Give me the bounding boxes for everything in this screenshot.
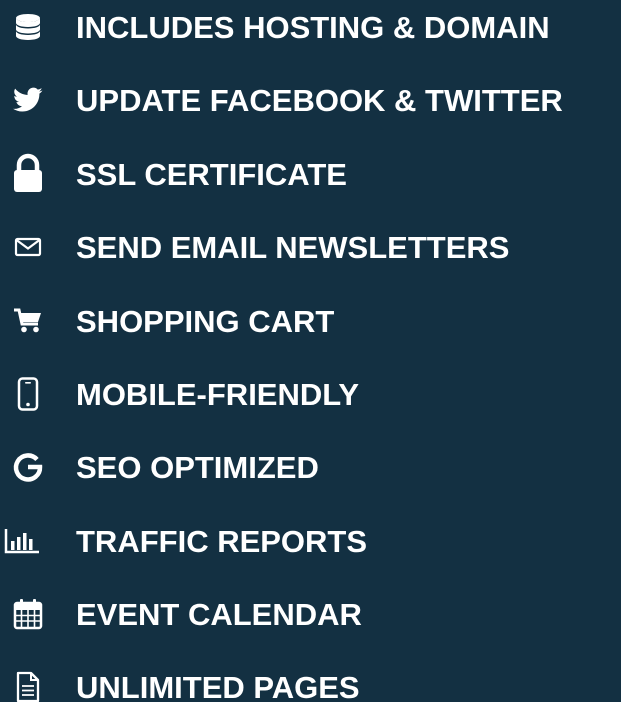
feature-item-ssl: SSL CERTIFICATE [0,150,621,198]
bar-chart-icon [0,519,44,563]
feature-item-unlimited-pages: UNLIMITED PAGES [0,663,621,702]
feature-label: SEND EMAIL NEWSLETTERS [76,229,510,265]
feature-label: UNLIMITED PAGES [76,669,360,702]
feature-item-mobile-friendly: MOBILE-FRIENDLY [0,370,621,418]
lock-icon [6,152,50,196]
feature-item-seo: SEO OPTIMIZED [0,443,621,491]
document-icon [6,665,50,702]
feature-label: SHOPPING CART [76,303,335,339]
feature-item-email-newsletters: SEND EMAIL NEWSLETTERS [0,223,621,271]
twitter-bird-icon [6,78,50,122]
feature-item-facebook-twitter: UPDATE FACEBOOK & TWITTER [0,76,621,124]
google-g-icon [6,445,50,489]
shopping-cart-icon [6,299,50,343]
calendar-icon [6,592,50,636]
feature-label: INCLUDES HOSTING & DOMAIN [76,9,550,45]
feature-item-event-calendar: EVENT CALENDAR [0,590,621,638]
mobile-phone-icon [6,372,50,416]
feature-label: MOBILE-FRIENDLY [76,376,360,412]
database-icon [6,5,50,49]
feature-item-hosting-domain: INCLUDES HOSTING & DOMAIN [0,3,621,51]
feature-label: SSL CERTIFICATE [76,156,347,192]
feature-label: TRAFFIC REPORTS [76,523,368,559]
feature-item-shopping-cart: SHOPPING CART [0,297,621,345]
feature-item-traffic-reports: TRAFFIC REPORTS [0,517,621,565]
feature-label: UPDATE FACEBOOK & TWITTER [76,82,563,118]
feature-list: INCLUDES HOSTING & DOMAIN UPDATE FACEBOO… [0,0,621,702]
feature-label: SEO OPTIMIZED [76,449,319,485]
feature-label: EVENT CALENDAR [76,596,362,632]
envelope-icon [6,225,50,269]
